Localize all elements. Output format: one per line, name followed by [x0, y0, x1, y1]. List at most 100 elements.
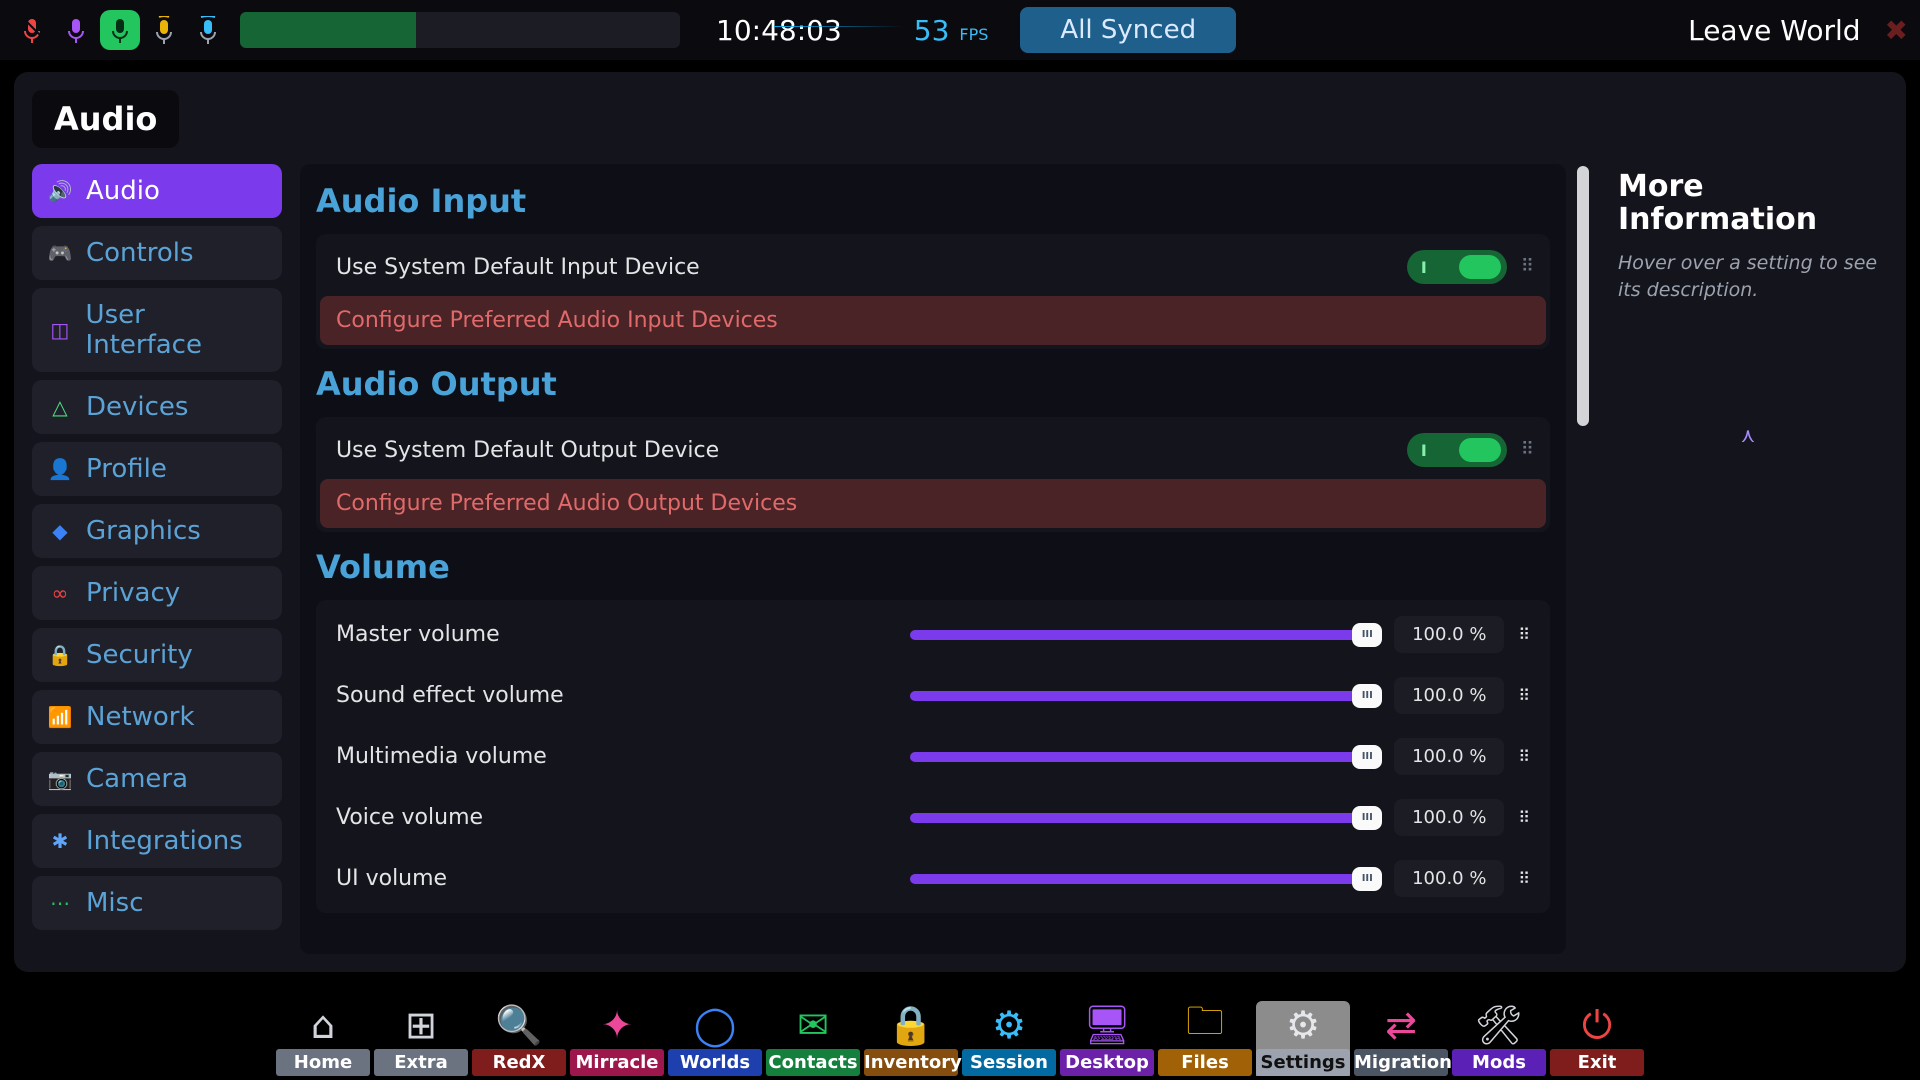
sidebar-item-devices[interactable]: △Devices: [32, 380, 282, 434]
sidebar-item-controls[interactable]: 🎮Controls: [32, 226, 282, 280]
sidebar-item-ui[interactable]: ◫ User Interface: [32, 288, 282, 372]
slider-thumb[interactable]: III: [1352, 684, 1382, 708]
section-volume-title: Volume: [316, 548, 1550, 586]
dock-item-files[interactable]: 🗀Files: [1158, 1001, 1252, 1076]
volume-slider[interactable]: III: [910, 813, 1380, 823]
dock-item-redx[interactable]: 🔍RedX: [472, 1001, 566, 1076]
info-hint: Hover over a setting to see its descript…: [1618, 250, 1878, 303]
drag-handle-icon[interactable]: ⠿: [1518, 686, 1530, 705]
mic-muted-icon[interactable]: [12, 10, 52, 50]
mods-icon: 🛠: [1471, 1001, 1527, 1049]
volume-slider[interactable]: III: [910, 630, 1380, 640]
content-scrollbar[interactable]: [1576, 164, 1590, 954]
dock-label: Desktop: [1060, 1049, 1154, 1076]
sidebar-item-label: Controls: [86, 238, 194, 268]
camera-icon: 📷: [48, 767, 72, 791]
mic-group: [12, 10, 228, 50]
slider-thumb[interactable]: III: [1352, 806, 1382, 830]
setting-label: Use System Default Input Device: [336, 255, 700, 280]
configure-output-devices[interactable]: Configure Preferred Audio Output Devices: [320, 479, 1546, 528]
dock-item-settings[interactable]: ⚙Settings: [1256, 1001, 1350, 1076]
warning-label: Configure Preferred Audio Input Devices: [336, 308, 778, 333]
dock-item-exit[interactable]: ⏻Exit: [1550, 1001, 1644, 1076]
sidebar-item-graphics[interactable]: ◆Graphics: [32, 504, 282, 558]
section-audio-input-title: Audio Input: [316, 182, 1550, 220]
setting-default-output: Use System Default Output Device I ⠿: [320, 421, 1546, 479]
sync-status[interactable]: All Synced: [1020, 7, 1236, 53]
slider-label: Voice volume: [336, 805, 896, 830]
sidebar-item-label: Graphics: [86, 516, 201, 546]
dock-item-mods[interactable]: 🛠Mods: [1452, 1001, 1546, 1076]
dock-label: Home: [276, 1049, 370, 1076]
sidebar-item-label: User Interface: [86, 300, 266, 360]
sidebar-item-security[interactable]: 🔒Security: [32, 628, 282, 682]
settings-sidebar: 🔊Audio 🎮Controls ◫ User Interface △Devices 👤P…: [32, 164, 282, 954]
settings-content: Audio Input Use System Default Input Dev…: [300, 164, 1566, 954]
drag-handle-icon[interactable]: ⠿: [1518, 747, 1530, 766]
dock-label: Settings: [1256, 1049, 1350, 1076]
volume-slider-row: UI volumeIII100.0 %⠿: [320, 848, 1546, 909]
sidebar-item-audio[interactable]: 🔊Audio: [32, 164, 282, 218]
files-icon: 🗀: [1177, 1001, 1233, 1049]
sidebar-item-misc[interactable]: ⋯Misc: [32, 876, 282, 930]
volume-slider[interactable]: III: [910, 752, 1380, 762]
extra-icon: ⊞: [393, 1001, 449, 1049]
dock-item-home[interactable]: ⌂Home: [276, 1001, 370, 1076]
drag-handle-icon[interactable]: ⠿: [1518, 808, 1530, 827]
slider-thumb[interactable]: III: [1352, 623, 1382, 647]
scrollbar-thumb[interactable]: [1577, 166, 1589, 426]
slider-value[interactable]: 100.0 %: [1394, 799, 1504, 836]
close-icon[interactable]: ✖: [1885, 14, 1908, 47]
toggle-default-input[interactable]: I: [1407, 250, 1507, 284]
fps-label: FPS: [959, 25, 988, 44]
sidebar-item-network[interactable]: 📶Network: [32, 690, 282, 744]
sidebar-item-profile[interactable]: 👤Profile: [32, 442, 282, 496]
mic-active-icon[interactable]: [100, 10, 140, 50]
drag-handle-icon[interactable]: ⠿: [1521, 446, 1530, 454]
network-icon: 📶: [48, 705, 72, 729]
leave-world-button[interactable]: Leave World: [1688, 14, 1860, 47]
privacy-icon: ∞: [48, 581, 72, 605]
slider-value[interactable]: 100.0 %: [1394, 860, 1504, 897]
sidebar-item-integrations[interactable]: ✱Integrations: [32, 814, 282, 868]
info-panel: More Information Hover over a setting to…: [1608, 164, 1888, 954]
inventory-icon: 🔒: [883, 1001, 939, 1049]
sidebar-item-privacy[interactable]: ∞Privacy: [32, 566, 282, 620]
toggle-default-output[interactable]: I: [1407, 433, 1507, 467]
desktop-icon: 🖥: [1079, 1001, 1135, 1049]
slider-thumb[interactable]: III: [1352, 745, 1382, 769]
slider-value[interactable]: 100.0 %: [1394, 677, 1504, 714]
dock-item-worlds[interactable]: ◯Worlds: [668, 1001, 762, 1076]
mic-blue-icon[interactable]: [188, 10, 228, 50]
drag-handle-icon[interactable]: ⠿: [1518, 625, 1530, 644]
dock-label: Mirracle: [570, 1049, 664, 1076]
dock-item-inventory[interactable]: 🔒Inventory: [864, 1001, 958, 1076]
integrations-icon: ✱: [48, 829, 72, 853]
dock-item-contacts[interactable]: ✉Contacts: [766, 1001, 860, 1076]
ui-icon: ◫: [48, 318, 72, 342]
configure-input-devices[interactable]: Configure Preferred Audio Input Devices: [320, 296, 1546, 345]
dock-item-migration[interactable]: ⇄Migration: [1354, 1001, 1448, 1076]
volume-slider[interactable]: III: [910, 691, 1380, 701]
dock-label: Worlds: [668, 1049, 762, 1076]
slider-value[interactable]: 100.0 %: [1394, 616, 1504, 653]
slider-value[interactable]: 100.0 %: [1394, 738, 1504, 775]
drag-handle-icon[interactable]: ⠿: [1518, 869, 1530, 888]
section-audio-output: Use System Default Output Device I ⠿ Con…: [316, 417, 1550, 532]
slider-label: Multimedia volume: [336, 744, 896, 769]
fps-indicator: 53 FPS: [914, 14, 989, 47]
slider-thumb[interactable]: III: [1352, 867, 1382, 891]
dock-item-session[interactable]: ⚙Session: [962, 1001, 1056, 1076]
dock-item-mirracle[interactable]: ✦Mirracle: [570, 1001, 664, 1076]
section-audio-output-title: Audio Output: [316, 365, 1550, 403]
dock-item-extra[interactable]: ⊞Extra: [374, 1001, 468, 1076]
volume-slider[interactable]: III: [910, 874, 1380, 884]
profile-icon: 👤: [48, 457, 72, 481]
dock-item-desktop[interactable]: 🖥Desktop: [1060, 1001, 1154, 1076]
mic-yellow-icon[interactable]: [144, 10, 184, 50]
sidebar-item-camera[interactable]: 📷Camera: [32, 752, 282, 806]
setting-label: Use System Default Output Device: [336, 438, 719, 463]
drag-handle-icon[interactable]: ⠿: [1521, 263, 1530, 271]
mic-purple-icon[interactable]: [56, 10, 96, 50]
slider-label: Master volume: [336, 622, 896, 647]
